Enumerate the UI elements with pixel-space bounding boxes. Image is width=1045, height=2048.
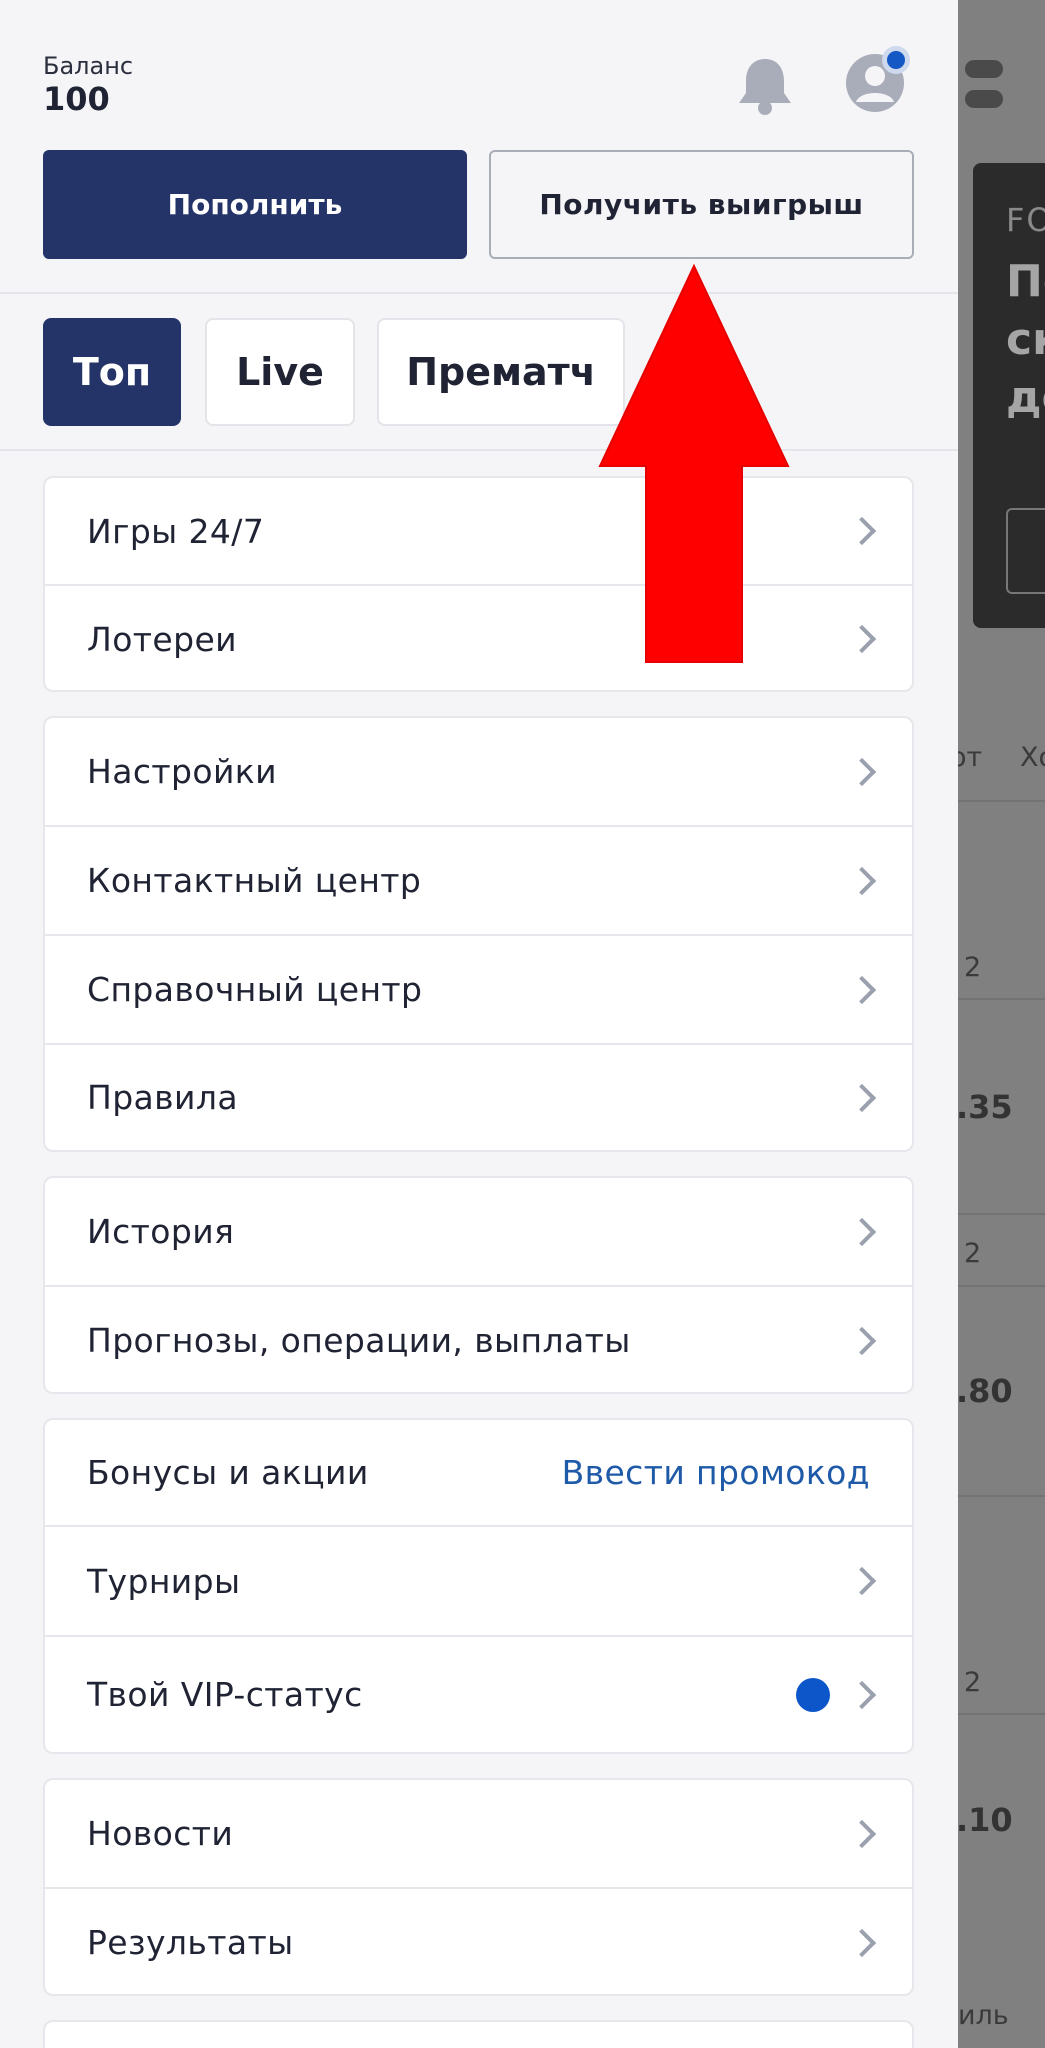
- menu-item-help-center[interactable]: Справочный центр: [45, 934, 912, 1043]
- chevron-right-icon: [847, 1217, 877, 1246]
- chevron-right-icon: [847, 1083, 877, 1112]
- chevron-right-icon: [847, 1680, 877, 1709]
- balance-label: Баланс: [43, 52, 134, 80]
- menu-group-partial: [43, 2020, 914, 2048]
- chevron-right-icon: [847, 1566, 877, 1596]
- bg-odds-header: 2: [964, 1238, 982, 1269]
- divider: [0, 449, 958, 451]
- background-banner: FO По ск до: [973, 163, 1045, 628]
- menu-item-settings[interactable]: Настройки: [45, 718, 912, 825]
- annotation-arrow-icon: [598, 263, 790, 663]
- balance-value: 100: [43, 80, 110, 118]
- menu-item-label: Правила: [87, 1078, 238, 1117]
- bg-odds-value: .35: [956, 1088, 1013, 1126]
- menu-group-bonuses: Бонусы и акции Ввести промокод Турниры Т…: [43, 1418, 914, 1754]
- chevron-right-icon: [847, 866, 877, 895]
- chevron-right-icon: [847, 975, 877, 1004]
- menu-item-history[interactable]: История: [45, 1178, 912, 1285]
- menu-item-bonuses[interactable]: Бонусы и акции Ввести промокод: [45, 1420, 912, 1525]
- menu-item-label: История: [87, 1212, 235, 1251]
- menu-item-label: Твой VIP-статус: [87, 1675, 363, 1714]
- bg-odds-value: .10: [956, 1801, 1013, 1839]
- menu-item-label: Турниры: [87, 1561, 241, 1601]
- menu-item-vip-status[interactable]: Твой VIP-статус: [45, 1635, 912, 1752]
- chevron-right-icon: [847, 516, 877, 546]
- divider: [0, 292, 958, 294]
- menu-item-results[interactable]: Результаты: [45, 1887, 912, 1994]
- menu-item-label: Бонусы и акции: [87, 1453, 369, 1492]
- bg-bottom-label: иль: [958, 2000, 1009, 2031]
- chevron-right-icon: [847, 757, 877, 786]
- bg-odds-value: .80: [956, 1372, 1013, 1410]
- banner-button: [1006, 508, 1045, 594]
- menu-item-label: Новости: [87, 1814, 234, 1853]
- bg-odds-header: 2: [964, 952, 982, 983]
- menu-item-news[interactable]: Новости: [45, 1780, 912, 1887]
- tab-live[interactable]: Live: [205, 318, 355, 426]
- menu-item-label: Контактный центр: [87, 861, 422, 900]
- chevron-right-icon: [847, 1819, 877, 1848]
- menu-item-label: Результаты: [87, 1923, 294, 1962]
- chevron-right-icon: [847, 1326, 877, 1355]
- withdraw-button[interactable]: Получить выигрыш: [489, 150, 914, 259]
- chevron-right-icon: [847, 1928, 877, 1957]
- menu-item-tournaments[interactable]: Турниры: [45, 1525, 912, 1635]
- banner-tag: FO: [1006, 201, 1045, 239]
- tab-prematch[interactable]: Прематч: [377, 318, 625, 426]
- notification-dot: [882, 46, 910, 74]
- vip-indicator-dot: [796, 1677, 830, 1712]
- menu-item-label: Лотереи: [87, 619, 238, 659]
- menu-group-history: История Прогнозы, операции, выплаты: [43, 1176, 914, 1394]
- chevron-right-icon: [847, 624, 877, 654]
- menu-item-forecasts[interactable]: Прогнозы, операции, выплаты: [45, 1285, 912, 1392]
- banner-title: По ск до: [1006, 256, 1045, 423]
- menu-item-label: Прогнозы, операции, выплаты: [87, 1321, 631, 1360]
- menu-item-contact-center[interactable]: Контактный центр: [45, 825, 912, 934]
- menu-item-rules[interactable]: Правила: [45, 1043, 912, 1150]
- bg-tab-partial: Хо: [1020, 742, 1045, 773]
- bell-icon[interactable]: [735, 55, 795, 117]
- deposit-button[interactable]: Пополнить: [43, 150, 467, 259]
- menu-group-settings: Настройки Контактный центр Справочный це…: [43, 716, 914, 1152]
- bg-odds-header: 2: [964, 1667, 982, 1698]
- menu-group-news: Новости Результаты: [43, 1778, 914, 1996]
- enter-promocode-link[interactable]: Ввести промокод: [562, 1453, 870, 1492]
- menu-item-label: Настройки: [87, 752, 277, 791]
- menu-item-label: Игры 24/7: [87, 511, 265, 551]
- toggle-icon: [965, 60, 1003, 108]
- menu-item-label: Справочный центр: [87, 970, 423, 1009]
- side-menu-drawer: Баланс 100 Пополнить Получить выигрыш То…: [0, 0, 958, 2048]
- tab-top[interactable]: Топ: [43, 318, 181, 426]
